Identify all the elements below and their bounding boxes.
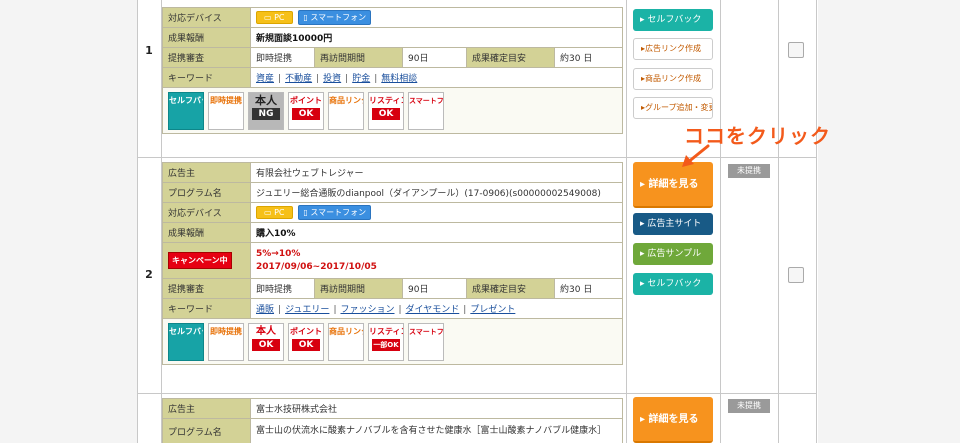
page-background-left <box>0 0 137 443</box>
device-label: 対応デバイス <box>162 7 251 28</box>
monitor-icon: ▭ <box>264 13 275 22</box>
program-details-table: 広告主 有限会社ウェブトレジャー プログラム名 ジュエリー総合通販のdianpo… <box>161 162 624 365</box>
smartphone-optimized-icon: スマートフォン最適化サイト対応 <box>408 322 444 361</box>
confirm-value: 約30 日 <box>553 47 624 68</box>
reward-label: 成果報酬 <box>162 222 251 243</box>
reward-value: 購入10% <box>249 222 624 243</box>
create-ad-link-button[interactable]: ▸広告リンク作成 <box>633 38 713 60</box>
screening-label: 提携審査 <box>162 278 251 299</box>
pc-badge: ▭ PC <box>256 11 293 24</box>
screening-label: 提携審査 <box>162 47 251 68</box>
instant-approval-icon: 即時提携 <box>208 322 244 361</box>
campaign-rate: 5%→10% <box>256 248 301 259</box>
feature-icons: セルフバック即時提携本人OKポイントOK商品リンクリスティング一部OKスマートフ… <box>161 318 624 365</box>
create-product-link-button[interactable]: ▸商品リンク作成 <box>633 68 713 90</box>
keyword-link[interactable]: プレゼント <box>470 305 515 315</box>
self-back-button[interactable]: ▸ セルフバック <box>633 273 713 295</box>
revisit-label: 再訪問期間 <box>314 278 403 299</box>
device-cell: ▭ PC ▯ スマートフォン <box>249 7 624 28</box>
campaign-badge: キャンペーン中 <box>168 252 232 269</box>
program-details-table: 対応デバイス ▭ PC ▯ スマートフォン 成果報酬 新規面談10000円 提携… <box>161 7 624 134</box>
advertiser-site-button[interactable]: ▸ 広告主サイト <box>633 213 713 235</box>
row-number: 2 <box>145 268 153 281</box>
column-divider <box>626 0 627 443</box>
column-divider <box>720 0 721 443</box>
ad-sample-button[interactable]: ▸ 広告サンプル <box>633 243 713 265</box>
advertiser-value: 富士水技研株式会社 <box>250 398 623 419</box>
confirm-label: 成果確定目安 <box>466 47 555 68</box>
device-label: 対応デバイス <box>162 202 251 223</box>
row-divider <box>137 157 817 158</box>
keyword-link[interactable]: ジュエリー <box>285 305 329 315</box>
arrow-icon <box>682 144 710 167</box>
person-ng-icon: 本人 NG <box>248 91 284 130</box>
row-checkbox[interactable] <box>788 267 804 283</box>
status-badge: 未提携 <box>728 399 770 413</box>
confirm-label: 成果確定目安 <box>466 278 555 299</box>
self-back-button[interactable]: ▸ セルフバック <box>633 9 713 31</box>
advertiser-label: 広告主 <box>162 162 251 183</box>
keyword-link[interactable]: 貯金 <box>352 74 370 84</box>
reward-label: 成果報酬 <box>162 27 251 48</box>
pc-badge: ▭ PC <box>256 206 293 219</box>
row-checkbox[interactable] <box>788 42 804 58</box>
program-value: 富士山の伏流水に酸素ナノバブルを含有させた健康水［富士山酸素ナノバブル健康水］ <box>250 418 623 443</box>
point-ok-icon: ポイント OK <box>288 91 324 130</box>
screening-value: 即時提携 <box>250 278 315 299</box>
advertiser-value: 有限会社ウェブトレジャー <box>249 162 624 183</box>
keyword-link[interactable]: 不動産 <box>285 74 312 84</box>
keyword-link[interactable]: 通販 <box>256 305 274 315</box>
keyword-label: キーワード <box>162 67 251 88</box>
column-divider <box>778 0 779 443</box>
feature-icons: セルフバック即時提携本人NGポイントOK商品リンクリスティングOKスマートフォン… <box>161 87 624 134</box>
program-details-table: 広告主 富士水技研株式会社 プログラム名 富士山の伏流水に酸素ナノバブルを含有さ… <box>162 398 623 443</box>
revisit-value: 90日 <box>402 47 467 68</box>
person-ok-icon: 本人 OK <box>248 322 284 361</box>
program-label: プログラム名 <box>162 418 251 443</box>
self-back-icon: セルフバック <box>168 91 204 130</box>
view-details-button[interactable]: ▸ 詳細を見る <box>633 397 713 443</box>
row-number: 1 <box>145 44 153 57</box>
row-divider <box>137 393 817 394</box>
keyword-link[interactable]: 投資 <box>323 74 341 84</box>
self-back-icon: セルフバック <box>168 322 204 361</box>
status-badge: 未提携 <box>728 164 770 178</box>
screening-value: 即時提携 <box>250 47 315 68</box>
keyword-link[interactable]: 無料相談 <box>381 74 417 84</box>
point-ok-icon: ポイント OK <box>288 322 324 361</box>
keyword-list: 資産 | 不動産 | 投資 | 貯金 | 無料相談 <box>249 67 624 88</box>
keyword-list: 通販 | ジュエリー | ファッション | ダイヤモンド | プレゼント <box>249 298 624 319</box>
device-cell: ▭ PC ▯ スマートフォン <box>249 202 624 223</box>
listing-partial-ok-icon: リスティング一部OK <box>368 322 404 361</box>
product-link-icon: 商品リンク <box>328 91 364 130</box>
monitor-icon: ▭ <box>264 208 275 217</box>
advertiser-label: 広告主 <box>162 398 251 419</box>
campaign-detail: 5%→10% 2017/09/06~2017/10/05 <box>249 242 624 279</box>
keyword-label: キーワード <box>162 298 251 319</box>
program-label: プログラム名 <box>162 182 251 203</box>
revisit-value: 90日 <box>402 278 467 299</box>
page-background-right <box>818 0 960 443</box>
smartphone-optimized-icon: スマートフォン最適化サイト対応 <box>408 91 444 130</box>
confirm-value: 約30 日 <box>553 278 624 299</box>
product-link-icon: 商品リンク <box>328 322 364 361</box>
keyword-link[interactable]: 資産 <box>256 74 274 84</box>
reward-value: 新規面談10000円 <box>249 27 624 48</box>
program-value: ジュエリー総合通販のdianpool（ダイアンプール）(17-0906)(s00… <box>249 182 624 203</box>
campaign-period: 2017/09/06~2017/10/05 <box>256 261 377 272</box>
listing-ok-icon: リスティングOK <box>368 91 404 130</box>
instant-approval-icon: 即時提携 <box>208 91 244 130</box>
group-edit-button[interactable]: ▸グループ追加・変更 <box>633 97 713 119</box>
campaign-cell: キャンペーン中 <box>162 242 251 279</box>
keyword-link[interactable]: ファッション <box>340 305 394 315</box>
keyword-link[interactable]: ダイヤモンド <box>406 305 460 315</box>
smartphone-badge: ▯ スマートフォン <box>298 10 372 25</box>
revisit-label: 再訪問期間 <box>314 47 403 68</box>
smartphone-badge: ▯ スマートフォン <box>298 205 372 220</box>
